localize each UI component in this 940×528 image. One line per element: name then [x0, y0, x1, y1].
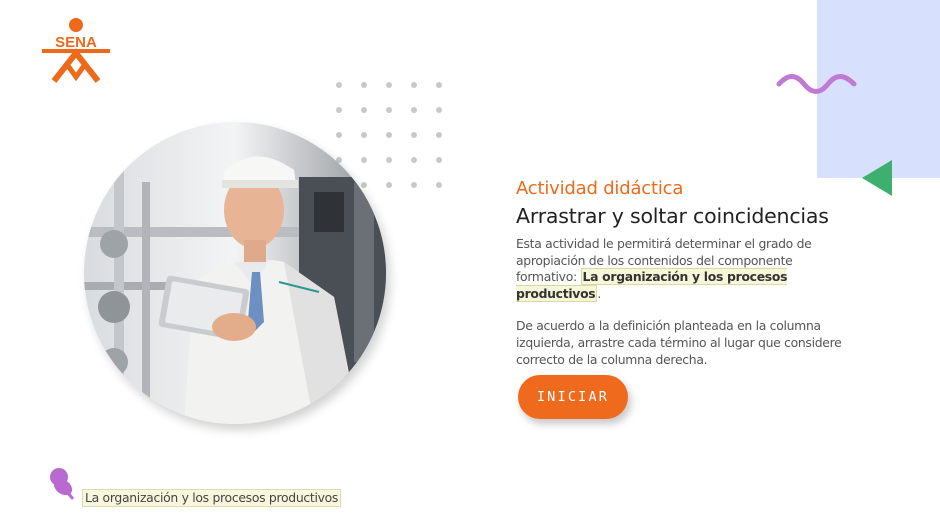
activity-title: Arrastrar y soltar coincidencias	[516, 204, 829, 228]
intro-paragraph: Esta actividad le permitirá determinar e…	[516, 236, 856, 302]
triangle-decoration-icon	[862, 160, 892, 196]
activity-description: Esta actividad le permitirá determinar e…	[516, 236, 856, 368]
worker-with-tablet-photo	[84, 122, 386, 424]
start-button[interactable]: INICIAR	[518, 375, 628, 419]
sena-logo-icon: SENA	[42, 18, 110, 83]
activity-intro-screen: SENA Actividad didáctica Arrastrar y sol…	[0, 0, 940, 528]
footer-component-label: La organización y los procesos productiv…	[82, 489, 342, 507]
wave-decoration-icon	[776, 74, 857, 94]
activity-kicker: Actividad didáctica	[516, 178, 684, 199]
intro-period: .	[597, 285, 602, 301]
pushpin-icon	[50, 468, 74, 500]
instructions-paragraph: De acuerdo a la definición planteada en …	[516, 318, 842, 367]
